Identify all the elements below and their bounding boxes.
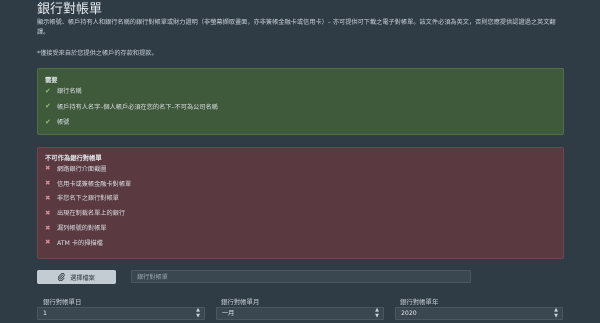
statement-year-select[interactable]: 2020 ▲ ▼ bbox=[395, 307, 563, 320]
cross-icon: ✖ bbox=[45, 164, 51, 173]
list-item: ✖ 非您名下之銀行對帳單 bbox=[45, 191, 131, 206]
choose-file-button[interactable]: 選擇檔案 bbox=[37, 270, 116, 284]
statement-year-label: 銀行對帳單年 bbox=[400, 298, 439, 306]
page-title: 銀行對帳單 bbox=[37, 2, 103, 17]
statement-year-value: 2020 bbox=[401, 310, 417, 317]
list-item-label: 網路銀行介面截圖 bbox=[57, 165, 107, 173]
statement-day-value: 1 bbox=[43, 310, 47, 317]
list-item-label: 帳號 bbox=[57, 119, 70, 127]
required-list: ✔ 銀行名稱 ✔ 帳戶持有人名字–個人帳戶必須在您的名下–不可為公司名稱 ✔ 帳號 bbox=[45, 83, 218, 130]
not-accepted-list: ✖ 網路銀行介面截圖 ✖ 信用卡或簽帳金融卡對帳單 ✖ 非您名下之銀行對帳單 ✖ 出現在… bbox=[45, 161, 131, 250]
not-accepted-panel: 不可作為銀行對帳單 ✖ 網路銀行介面截圖 ✖ 信用卡或簽帳金融卡對帳單 ✖ 非您名下之… bbox=[37, 147, 564, 259]
list-item-label: 帳戶持有人名字–個人帳戶必須在您的名下–不可為公司名稱 bbox=[57, 103, 218, 111]
list-item: ✖ ATM 卡的掃描檔 bbox=[45, 235, 131, 250]
file-name-field[interactable]: 銀行對帳單 bbox=[131, 270, 471, 283]
cross-icon: ✖ bbox=[45, 223, 51, 232]
page-note: *僅接受來自於您提供之帳戶的存款和提款。 bbox=[37, 50, 158, 57]
chevron-updown-icon: ▲ ▼ bbox=[196, 307, 200, 319]
statement-month-label: 銀行對帳單月 bbox=[221, 298, 260, 306]
list-item: ✖ 漏列帳號的對帳單 bbox=[45, 220, 131, 235]
check-icon: ✔ bbox=[45, 117, 51, 126]
cross-icon: ✖ bbox=[45, 208, 51, 217]
list-item: ✖ 信用卡或簽帳金融卡對帳單 bbox=[45, 176, 131, 191]
list-item: ✔ 帳號 bbox=[45, 114, 218, 130]
list-item-label: ATM 卡的掃描檔 bbox=[57, 239, 103, 247]
statement-day-select[interactable]: 1 ▲ ▼ bbox=[37, 307, 205, 320]
required-panel: 需要 ✔ 銀行名稱 ✔ 帳戶持有人名字–個人帳戶必須在您的名下–不可為公司名稱 ✔ 帳… bbox=[37, 68, 564, 135]
statement-day-label: 銀行對帳單日 bbox=[43, 298, 82, 306]
statement-month-select[interactable]: 一月 ▲ ▼ bbox=[216, 307, 384, 320]
page-description: 顯示帳號、帳戶持有人和銀行名稱的銀行對帳單或財力證明（非螢幕擷取畫面，亦非簽帳金… bbox=[37, 19, 556, 36]
list-item-label: 銀行名稱 bbox=[57, 88, 82, 96]
list-item-label: 非您名下之銀行對帳單 bbox=[57, 195, 119, 203]
list-item: ✔ 帳戶持有人名字–個人帳戶必須在您的名下–不可為公司名稱 bbox=[45, 99, 218, 115]
cross-icon: ✖ bbox=[45, 179, 51, 188]
cross-icon: ✖ bbox=[45, 238, 51, 247]
choose-file-label: 選擇檔案 bbox=[70, 274, 95, 282]
paperclip-icon bbox=[58, 273, 65, 281]
list-item: ✔ 銀行名稱 bbox=[45, 83, 218, 99]
cross-icon: ✖ bbox=[45, 193, 51, 202]
list-item-label: 信用卡或簽帳金融卡對帳單 bbox=[57, 180, 132, 188]
list-item: ✖ 網路銀行介面截圖 bbox=[45, 161, 131, 176]
check-icon: ✔ bbox=[45, 102, 51, 111]
list-item-label: 漏列帳號的對帳單 bbox=[57, 225, 107, 233]
chevron-updown-icon: ▲ ▼ bbox=[375, 307, 379, 319]
list-item-label: 出現在制裁名單上的銀行 bbox=[57, 210, 126, 218]
chevron-updown-icon: ▲ ▼ bbox=[554, 307, 558, 319]
list-item: ✖ 出現在制裁名單上的銀行 bbox=[45, 205, 131, 220]
statement-month-value: 一月 bbox=[222, 310, 235, 317]
check-icon: ✔ bbox=[45, 86, 51, 95]
